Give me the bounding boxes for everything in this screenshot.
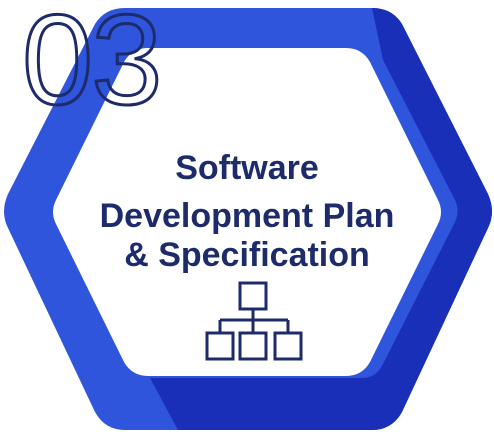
title-line-2: Development Plan [99,197,395,235]
hexagon-badge: 03 Software Development Plan & Specifica… [0,0,494,438]
title-line-1: Software [175,149,319,187]
step-number: 03 [20,0,163,134]
title-line-3: & Specification [124,236,370,274]
